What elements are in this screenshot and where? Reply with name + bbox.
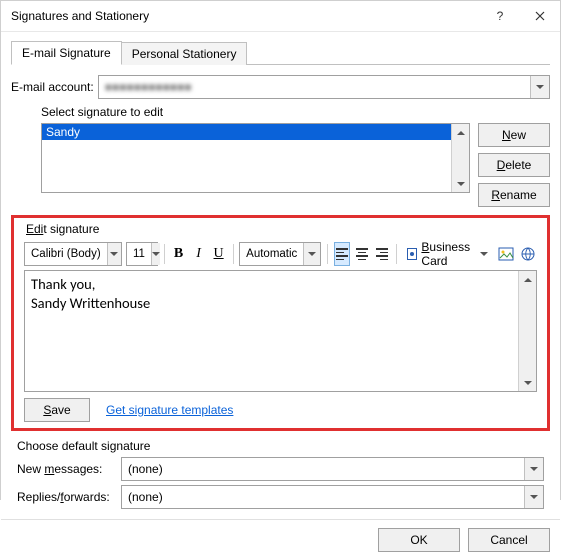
scroll-up-icon[interactable] xyxy=(452,124,469,141)
separator xyxy=(396,244,397,264)
tab-strip: E-mail Signature Personal Stationery xyxy=(11,40,550,65)
new-messages-combo[interactable]: (none) xyxy=(121,457,544,481)
tab-label: E-mail Signature xyxy=(22,46,111,60)
chevron-down-icon xyxy=(524,486,543,508)
save-button[interactable]: Save xyxy=(24,398,90,422)
italic-icon: I xyxy=(196,246,201,262)
edit-signature-title: Edit signature xyxy=(26,222,541,236)
new-messages-value: (none) xyxy=(122,462,524,476)
signature-editor[interactable]: Thank you, Sandy Writtenhouse xyxy=(25,271,518,391)
tab-personal-stationery[interactable]: Personal Stationery xyxy=(121,42,248,65)
align-left-button[interactable] xyxy=(334,242,350,266)
select-signature-label: Select signature to edit xyxy=(41,105,550,119)
replies-forwards-label: Replies/forwards: xyxy=(17,490,117,504)
cancel-button[interactable]: Cancel xyxy=(468,528,550,552)
font-family-combo[interactable]: Calibri (Body) xyxy=(24,242,122,266)
ok-button[interactable]: OK xyxy=(378,528,460,552)
scrollbar-vertical[interactable] xyxy=(518,271,536,391)
business-card-label: Business Card xyxy=(421,240,474,268)
align-left-icon xyxy=(336,248,348,260)
replies-forwards-row: Replies/forwards: (none) xyxy=(17,485,544,509)
defaults-title: Choose default signature xyxy=(17,439,544,453)
business-card-icon xyxy=(407,248,417,260)
link-icon xyxy=(520,246,536,262)
email-account-label: E-mail account: xyxy=(11,80,94,94)
align-right-icon xyxy=(376,248,388,260)
scrollbar-vertical[interactable] xyxy=(451,124,469,192)
close-button[interactable] xyxy=(520,1,560,31)
titlebar: Signatures and Stationery ? xyxy=(1,1,560,32)
save-row: Save Get signature templates xyxy=(24,398,537,422)
signature-item[interactable]: Sandy xyxy=(42,124,451,140)
chevron-down-icon xyxy=(107,243,121,265)
separator xyxy=(327,244,328,264)
dialog-footer: OK Cancel xyxy=(1,519,560,560)
replies-forwards-combo[interactable]: (none) xyxy=(121,485,544,509)
signature-action-buttons: New Delete Rename xyxy=(478,123,550,207)
chevron-down-icon xyxy=(303,243,320,265)
signature-listbox[interactable]: Sandy xyxy=(41,123,470,193)
editor-toolbar: Calibri (Body) 11 B I U Automatic xyxy=(20,240,541,268)
new-messages-row: New messages: (none) xyxy=(17,457,544,481)
dialog-content: E-mail Signature Personal Stationery E-m… xyxy=(1,32,560,519)
help-button[interactable]: ? xyxy=(480,1,520,31)
scroll-up-icon[interactable] xyxy=(519,271,536,288)
insert-picture-button[interactable] xyxy=(497,242,515,266)
tab-label: Personal Stationery xyxy=(132,47,237,61)
signatures-dialog: Signatures and Stationery ? E-mail Signa… xyxy=(0,0,561,500)
signature-list-area: Sandy New Delete Rename xyxy=(41,123,550,207)
chevron-down-icon xyxy=(530,76,549,98)
font-color-value: Automatic xyxy=(240,248,303,260)
align-center-icon xyxy=(356,248,368,260)
underline-button[interactable]: U xyxy=(211,242,227,266)
new-messages-label: New messages: xyxy=(17,462,117,476)
font-size-combo[interactable]: 11 xyxy=(126,242,158,266)
bold-icon: B xyxy=(174,246,183,262)
align-center-button[interactable] xyxy=(354,242,370,266)
font-family-value: Calibri (Body) xyxy=(25,248,107,260)
rename-button[interactable]: Rename xyxy=(478,183,550,207)
business-card-button[interactable]: Business Card xyxy=(402,242,493,266)
signature-editor-wrap: Thank you, Sandy Writtenhouse xyxy=(24,270,537,392)
chevron-down-icon xyxy=(151,243,160,265)
underline-icon: U xyxy=(214,246,224,262)
edit-signature-group: Edit signature Calibri (Body) 11 B I U A… xyxy=(11,215,550,431)
delete-button[interactable]: Delete xyxy=(478,153,550,177)
bold-button[interactable]: B xyxy=(171,242,187,266)
email-account-value: ■■■■■■■■■■■■ xyxy=(99,80,530,94)
scroll-down-icon[interactable] xyxy=(519,374,536,391)
email-account-combo[interactable]: ■■■■■■■■■■■■ xyxy=(98,75,550,99)
align-right-button[interactable] xyxy=(374,242,390,266)
signature-list-inner: Sandy xyxy=(42,124,451,192)
picture-icon xyxy=(498,246,514,262)
insert-hyperlink-button[interactable] xyxy=(519,242,537,266)
replies-forwards-value: (none) xyxy=(122,490,524,504)
email-account-row: E-mail account: ■■■■■■■■■■■■ xyxy=(11,75,550,99)
tab-email-signature[interactable]: E-mail Signature xyxy=(11,41,122,65)
chevron-down-icon xyxy=(524,458,543,480)
get-templates-link[interactable]: Get signature templates xyxy=(106,403,233,417)
scroll-down-icon[interactable] xyxy=(452,175,469,192)
new-button[interactable]: New xyxy=(478,123,550,147)
default-signature-group: Choose default signature New messages: (… xyxy=(11,437,550,509)
separator xyxy=(233,244,234,264)
font-color-combo[interactable]: Automatic xyxy=(239,242,321,266)
window-title: Signatures and Stationery xyxy=(11,9,480,23)
italic-button[interactable]: I xyxy=(191,242,207,266)
separator xyxy=(164,244,165,264)
close-icon xyxy=(535,11,545,21)
chevron-down-icon xyxy=(480,252,488,256)
font-size-value: 11 xyxy=(127,248,151,260)
